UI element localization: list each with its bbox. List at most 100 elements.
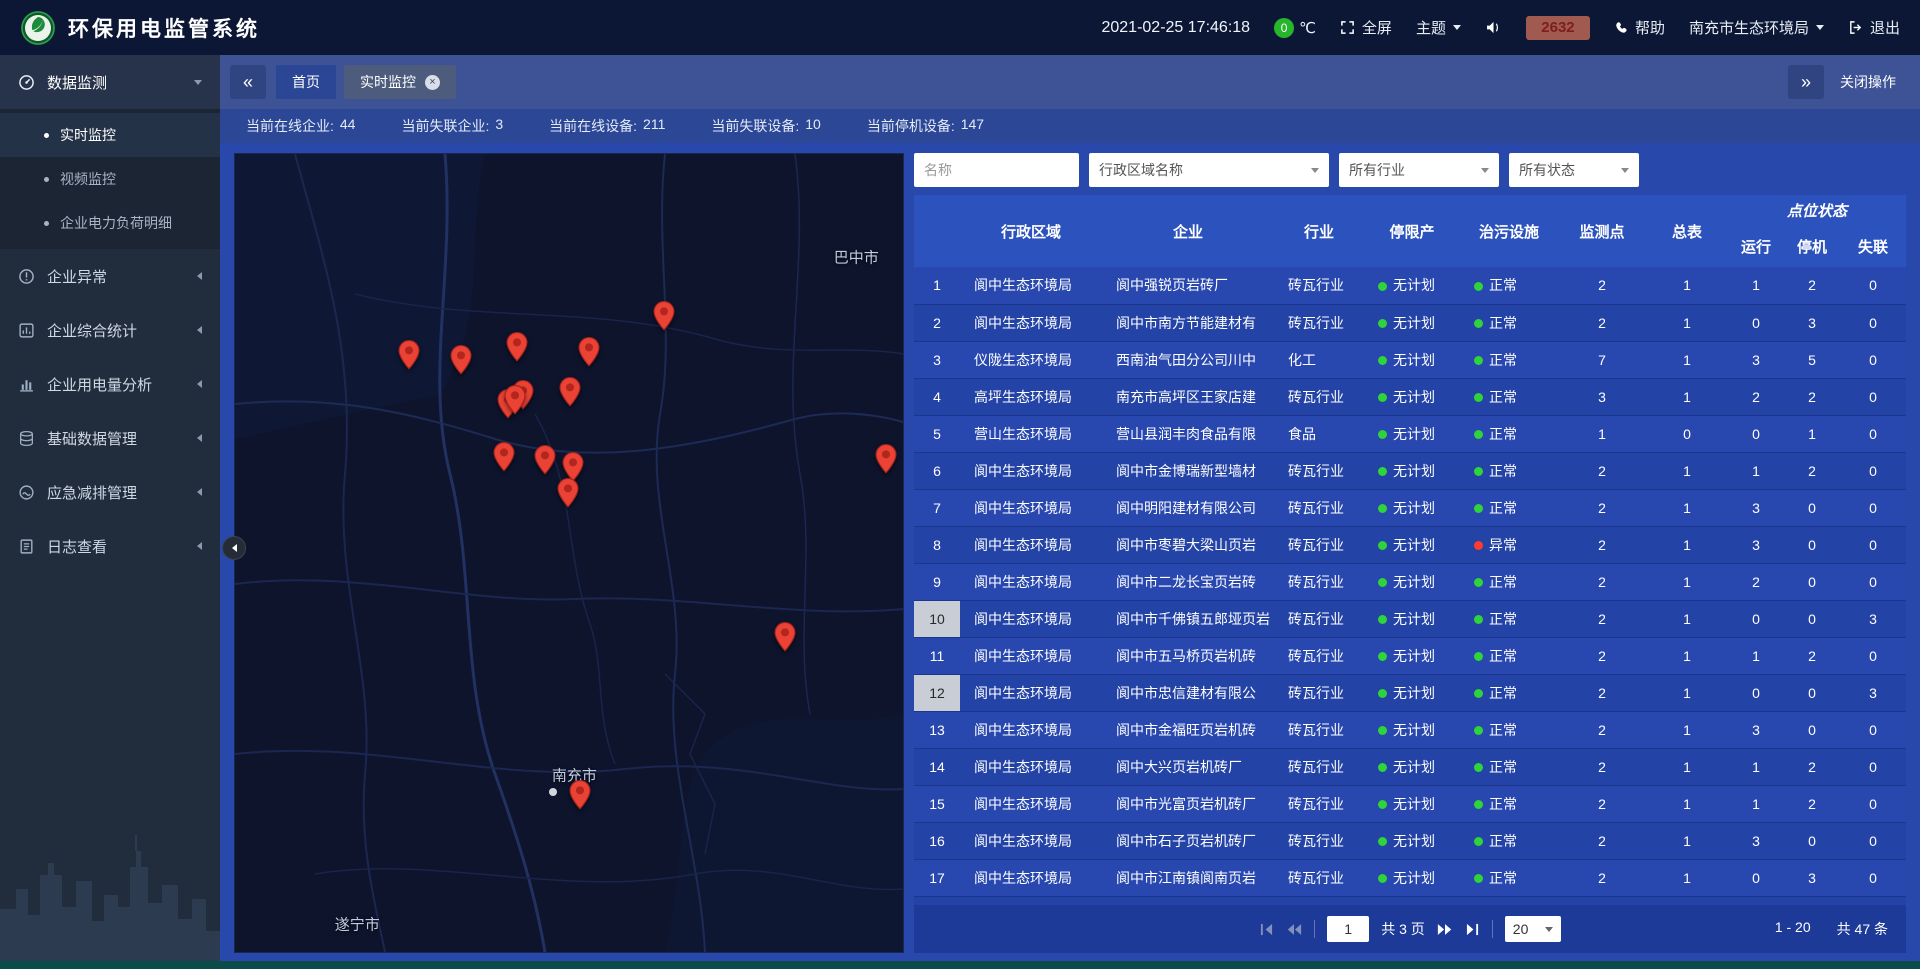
table-row[interactable]: 17阆中生态环境局阆中市江南镇阆南页岩砖瓦行业无计划正常21030 [914, 859, 1906, 896]
table-row[interactable]: 15阆中生态环境局阆中市光富页岩机砖厂砖瓦行业无计划正常21120 [914, 785, 1906, 822]
table-row[interactable]: 3仪陇生态环境局西南油气田分公司川中化工无计划正常71350 [914, 341, 1906, 378]
cell-limit-status: 无计划 [1364, 822, 1460, 859]
map-pin-icon[interactable] [503, 384, 526, 415]
sidebar-group-log-view: 日志查看 [0, 519, 220, 573]
sidebar-item-video-monitor[interactable]: 视频监控 [0, 157, 220, 201]
sidebar-item-enterprise-statistics[interactable]: 企业综合统计 [0, 303, 220, 357]
sidebar-item-base-data[interactable]: 基础数据管理 [0, 411, 220, 465]
map-pin-icon[interactable] [492, 441, 515, 472]
map-pin-icon[interactable] [557, 477, 580, 508]
table-row[interactable]: 11阆中生态环境局阆中市五马桥页岩机砖砖瓦行业无计划正常21120 [914, 637, 1906, 674]
tabs-scroll-right-button[interactable]: » [1788, 65, 1824, 99]
page-size-select[interactable]: 20 [1505, 916, 1561, 942]
tabs-scroll-left-button[interactable]: « [230, 65, 266, 99]
cell-meters: 1 [1646, 674, 1728, 711]
content: 巴中市南充市遂宁市 行政区域名称 所有行业 [220, 143, 1920, 961]
sidebar-item-data-monitoring[interactable]: 数据监测 [0, 55, 220, 109]
table-row[interactable]: 12阆中生态环境局阆中市忠信建材有限公砖瓦行业无计划正常21003 [914, 674, 1906, 711]
cell-industry: 砖瓦行业 [1274, 785, 1364, 822]
name-filter-input[interactable] [914, 153, 1079, 187]
map-pin-icon[interactable] [569, 780, 592, 811]
sidebar-item-enterprise-abnormal[interactable]: 企业异常 [0, 249, 220, 303]
map-pin-icon[interactable] [773, 622, 796, 653]
cell-facility-status: 正常 [1460, 711, 1558, 748]
map-pin-icon[interactable] [505, 331, 528, 362]
chevron-left-icon [232, 544, 237, 552]
sidebar-group-base-data: 基础数据管理 [0, 411, 220, 465]
last-page-button[interactable] [1465, 923, 1480, 936]
cell-meters: 1 [1646, 748, 1728, 785]
cell-stop: 0 [1784, 563, 1840, 600]
table-row[interactable]: 6阆中生态环境局阆中市金博瑞新型墙材砖瓦行业无计划正常21120 [914, 452, 1906, 489]
cell-points: 7 [1558, 341, 1646, 378]
cell-industry: 砖瓦行业 [1274, 748, 1364, 785]
cell-company: 阆中市忠信建材有限公 [1102, 674, 1274, 711]
map-panel[interactable]: 巴中市南充市遂宁市 [234, 153, 904, 953]
map-pin-icon[interactable] [398, 339, 421, 370]
table-row[interactable]: 14阆中生态环境局阆中大兴页岩机砖厂砖瓦行业无计划正常21120 [914, 748, 1906, 785]
page-number-input[interactable] [1327, 916, 1369, 942]
prev-page-button[interactable] [1286, 923, 1302, 936]
map-pin-icon[interactable] [449, 344, 472, 375]
cell-lost: 3 [1840, 600, 1906, 637]
record-range-label: 1 - 20 [1775, 919, 1811, 939]
cell-industry: 化工 [1274, 341, 1364, 378]
alert-count-badge[interactable]: 2632 [1526, 16, 1590, 40]
cell-facility-status: 正常 [1460, 304, 1558, 341]
close-operations-button[interactable]: 关闭操作 [1840, 72, 1896, 92]
logout-button[interactable]: 退出 [1848, 17, 1900, 38]
table-row[interactable]: 8阆中生态环境局阆中市枣碧大梁山页岩砖瓦行业无计划异常21300 [914, 526, 1906, 563]
sidebar-item-emergency-reduction[interactable]: 应急减排管理 [0, 465, 220, 519]
chevron-left-icon [197, 542, 202, 550]
table-row[interactable]: 5营山生态环境局营山县润丰肉食品有限食品无计划正常10010 [914, 415, 1906, 452]
cell-points: 2 [1558, 859, 1646, 896]
map-pin-icon[interactable] [874, 444, 897, 475]
divider [1492, 920, 1493, 938]
tabbar-right: » 关闭操作 [1788, 65, 1910, 99]
cell-company: 营山县润丰肉食品有限 [1102, 415, 1274, 452]
theme-label: 主题 [1416, 17, 1446, 38]
sidebar-item-realtime-monitor[interactable]: 实时监控 [0, 113, 220, 157]
table-row[interactable]: 1阆中生态环境局阆中强锐页岩砖厂砖瓦行业无计划正常21120 [914, 267, 1906, 304]
sidebar-item-power-load-detail[interactable]: 企业电力负荷明细 [0, 201, 220, 245]
table-row[interactable]: 13阆中生态环境局阆中市金福旺页岩机砖砖瓦行业无计划正常21300 [914, 711, 1906, 748]
cell-run: 0 [1728, 415, 1784, 452]
sidebar-item-log-view[interactable]: 日志查看 [0, 519, 220, 573]
map-pin-icon[interactable] [652, 300, 675, 331]
first-page-button[interactable] [1259, 923, 1274, 936]
stat-value: 44 [340, 116, 356, 136]
cell-stop: 2 [1784, 267, 1840, 304]
table-row[interactable]: 4高坪生态环境局南充市高坪区王家店建砖瓦行业无计划正常31220 [914, 378, 1906, 415]
status-dot-icon [1474, 763, 1483, 772]
theme-menu[interactable]: 主题 [1416, 17, 1461, 38]
table-row[interactable]: 9阆中生态环境局阆中市二龙长宝页岩砖砖瓦行业无计划正常21200 [914, 563, 1906, 600]
cell-stop: 0 [1784, 711, 1840, 748]
tab-home[interactable]: 首页 [276, 65, 336, 99]
status-filter-select[interactable]: 所有状态 [1509, 153, 1639, 187]
next-page-button[interactable] [1437, 923, 1453, 936]
help-button[interactable]: 帮助 [1614, 17, 1665, 38]
region-filter-select[interactable]: 行政区域名称 [1089, 153, 1329, 187]
cell-industry: 砖瓦行业 [1274, 267, 1364, 304]
table-row[interactable]: 7阆中生态环境局阆中明阳建材有限公司砖瓦行业无计划正常21300 [914, 489, 1906, 526]
cell-lost: 0 [1840, 304, 1906, 341]
gauge-icon [18, 74, 35, 91]
tab-realtime-monitor[interactable]: 实时监控× [344, 65, 456, 99]
organization-menu[interactable]: 南充市生态环境局 [1689, 17, 1824, 38]
map-pin-icon[interactable] [578, 336, 601, 367]
table-row[interactable]: 10阆中生态环境局阆中市千佛镇五郎垭页岩砖瓦行业无计划正常21003 [914, 600, 1906, 637]
map-collapse-handle[interactable] [222, 536, 246, 560]
table-row[interactable]: 2阆中生态环境局阆中市南方节能建材有砖瓦行业无计划正常21030 [914, 304, 1906, 341]
cell-index: 2 [914, 304, 960, 341]
fullscreen-button[interactable]: 全屏 [1340, 17, 1392, 38]
table-row[interactable]: 16阆中生态环境局阆中市石子页岩机砖厂砖瓦行业无计划正常21300 [914, 822, 1906, 859]
speaker-button[interactable] [1485, 21, 1502, 34]
industry-filter-select[interactable]: 所有行业 [1339, 153, 1499, 187]
sidebar-item-power-analysis[interactable]: 企业用电量分析 [0, 357, 220, 411]
map-pin-icon[interactable] [533, 445, 556, 476]
map-pin-icon[interactable] [558, 377, 581, 408]
database-icon [18, 430, 35, 447]
tab-close-icon[interactable]: × [425, 75, 440, 90]
cell-index: 4 [914, 378, 960, 415]
cell-limit-status: 无计划 [1364, 563, 1460, 600]
